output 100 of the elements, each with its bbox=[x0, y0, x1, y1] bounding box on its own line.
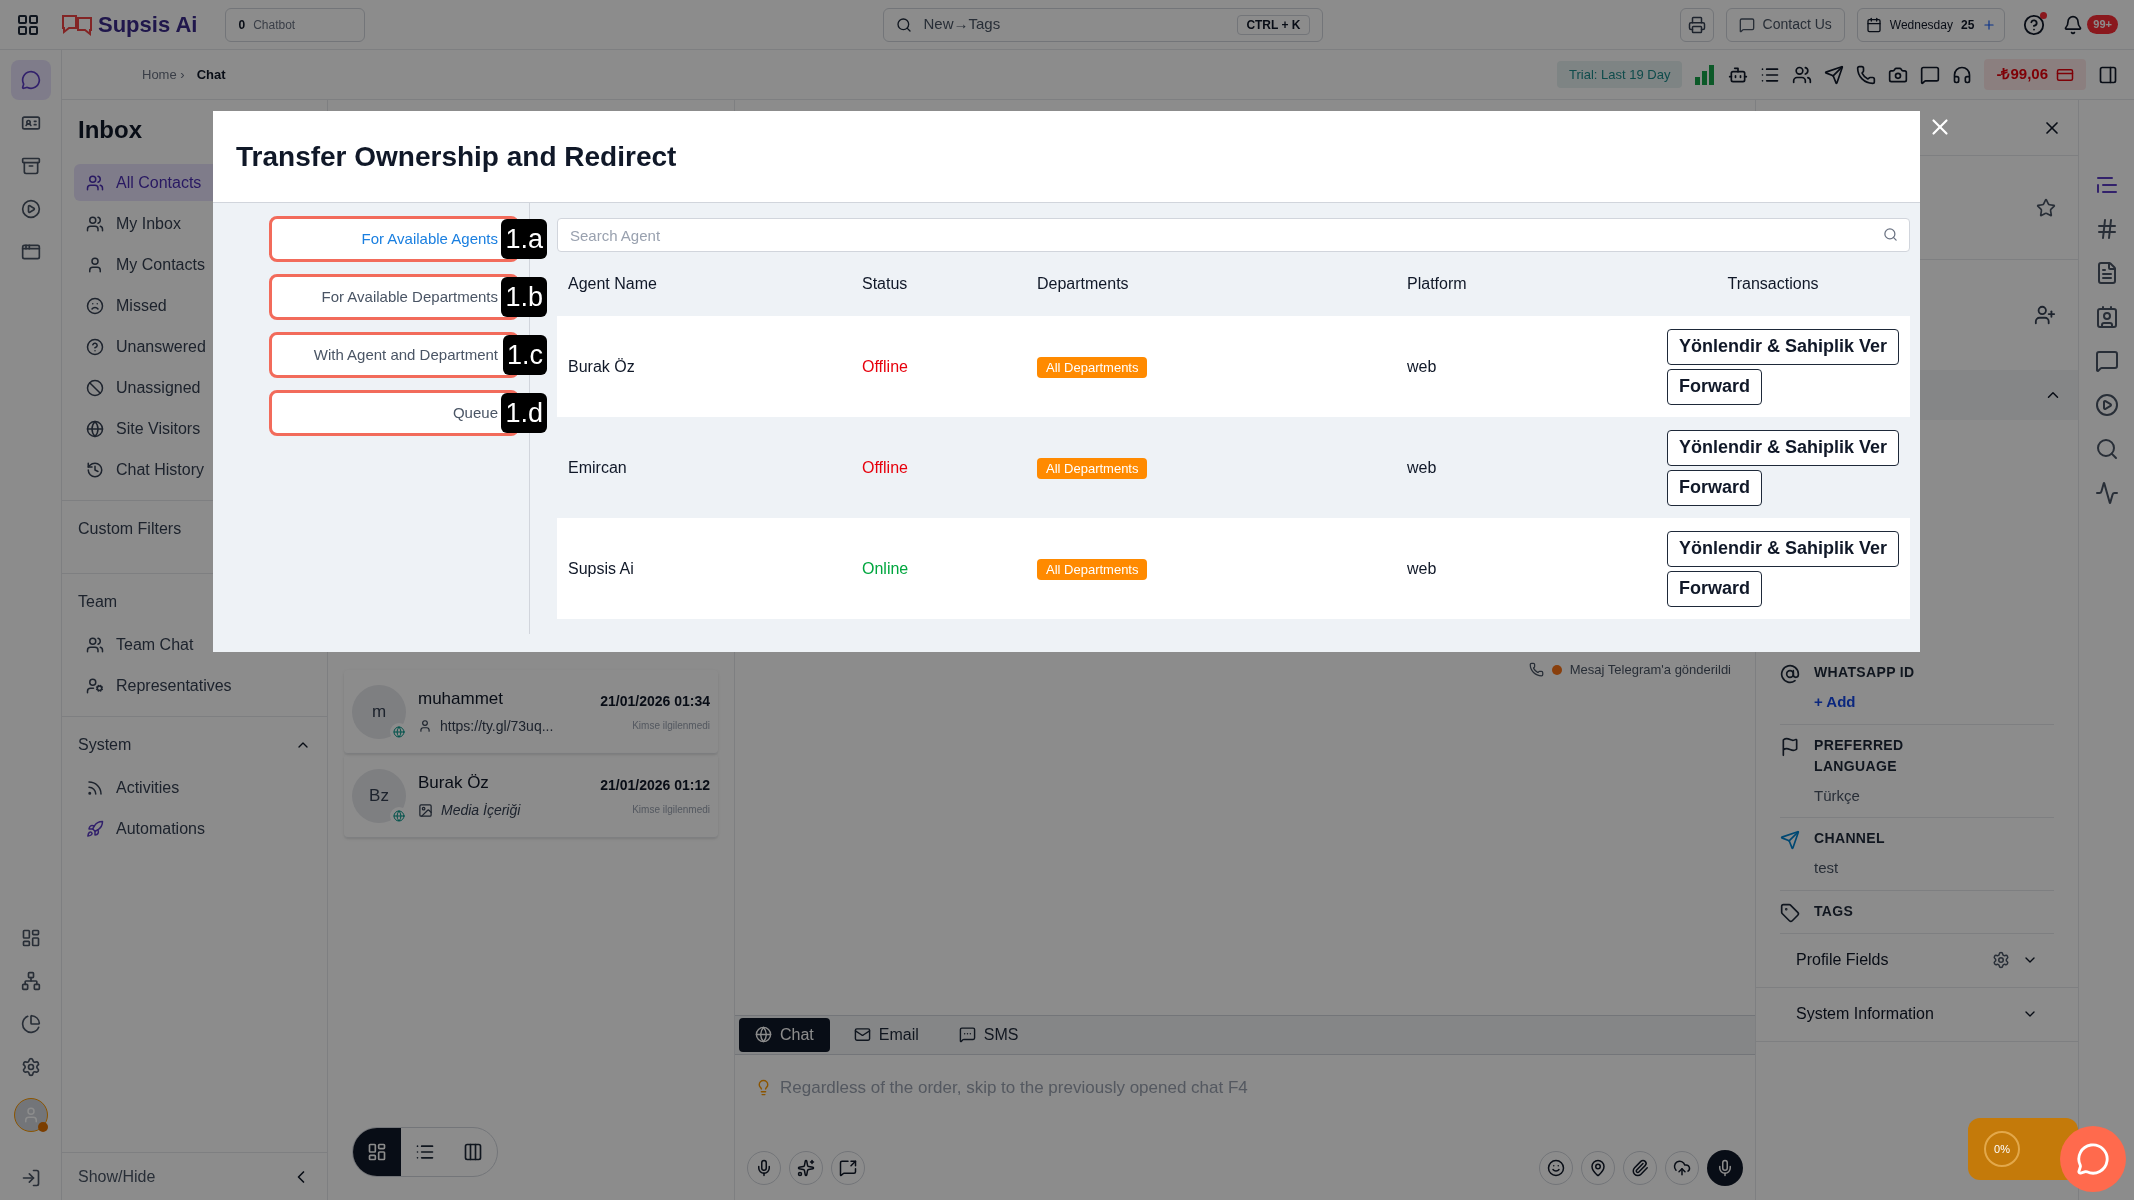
search-field[interactable]: New→Tags CTRL + K bbox=[882, 7, 1323, 42]
search-icon[interactable] bbox=[2094, 437, 2119, 461]
section-heading[interactable]: Team bbox=[78, 593, 118, 610]
platform-text: web bbox=[1407, 457, 1438, 478]
message-icon[interactable] bbox=[1920, 64, 1941, 85]
pie-chart-icon bbox=[20, 1014, 41, 1034]
search-value: New→Tags bbox=[923, 14, 1002, 35]
sidebar-item[interactable]: Representatives bbox=[74, 667, 315, 704]
users-icon[interactable] bbox=[1792, 64, 1813, 85]
column-header: Agent Name bbox=[568, 274, 658, 294]
mail-tray-button[interactable] bbox=[1679, 7, 1714, 42]
add-user-icon[interactable] bbox=[2034, 304, 2056, 326]
phone-icon[interactable] bbox=[1856, 64, 1877, 85]
sidebar-item[interactable]: Chat History bbox=[74, 451, 315, 488]
signal-bars-icon bbox=[1694, 64, 1717, 85]
search-icon bbox=[1883, 227, 1899, 242]
users-icon bbox=[86, 635, 104, 654]
column-header: Transactions bbox=[1726, 274, 1820, 294]
breadcrumb-current: Chat bbox=[196, 65, 226, 84]
plus-icon bbox=[1982, 17, 1997, 32]
headset-icon[interactable] bbox=[1952, 64, 1973, 85]
user-avatar[interactable] bbox=[13, 1098, 48, 1132]
inbox-icon bbox=[20, 156, 41, 176]
forward-button[interactable]: Forward bbox=[1667, 368, 1762, 405]
contact-name: Burak Öz bbox=[418, 772, 490, 795]
assign-owner-button[interactable]: Yönlendir & Sahiplik Ver bbox=[1667, 530, 1900, 567]
history-icon bbox=[86, 460, 104, 479]
message-icon[interactable] bbox=[2094, 349, 2119, 373]
progress-widget[interactable]: 0% bbox=[1968, 1118, 2078, 1180]
section-heading[interactable]: System bbox=[78, 733, 132, 757]
paperclip-icon bbox=[1631, 1159, 1649, 1177]
calendar-icon bbox=[1865, 16, 1882, 33]
section-heading[interactable]: Custom Filters bbox=[78, 520, 182, 537]
assign-owner-button[interactable]: Yönlendir & Sahiplik Ver bbox=[1667, 429, 1900, 466]
quick-reply-button[interactable] bbox=[831, 1151, 865, 1185]
sidebar-item[interactable]: Activities bbox=[74, 769, 315, 806]
expand-icon[interactable] bbox=[20, 1168, 41, 1188]
day-text: 25 bbox=[1960, 16, 1975, 34]
contact-name: muhammet bbox=[418, 688, 505, 711]
field-value: Türkçe bbox=[1814, 785, 1861, 806]
settings-icon[interactable] bbox=[1992, 951, 2010, 969]
balance-badge[interactable]: -₺99,06 bbox=[1984, 59, 2086, 90]
balance-amount: -₺99,06 bbox=[1996, 64, 2048, 85]
sidebar-item[interactable]: Team Chat bbox=[74, 626, 315, 663]
panel-icon[interactable] bbox=[2098, 64, 2118, 85]
section-title: Profile Fields bbox=[1796, 950, 1890, 970]
apps-grid-icon[interactable] bbox=[16, 12, 40, 37]
view-toggle-button[interactable] bbox=[353, 1128, 401, 1176]
record-button[interactable] bbox=[1707, 1150, 1743, 1186]
department-tag: All Departments bbox=[1037, 457, 1148, 479]
contact-us-button[interactable]: Contact Us bbox=[1725, 7, 1845, 42]
star-icon[interactable] bbox=[2036, 197, 2056, 218]
platform-text: web bbox=[1407, 356, 1438, 377]
add-link[interactable]: + Add bbox=[1814, 691, 1944, 714]
agent-name: Supsis Ai bbox=[568, 558, 635, 579]
forward-button[interactable]: Forward bbox=[1667, 570, 1762, 607]
channel-tab[interactable]: Email bbox=[837, 1017, 935, 1052]
user-icon bbox=[86, 255, 104, 274]
field-value: test bbox=[1814, 858, 1840, 878]
agent-name: Emircan bbox=[568, 457, 628, 478]
contact-avatar: Bz bbox=[352, 768, 406, 823]
forward-button[interactable]: Forward bbox=[1667, 469, 1762, 506]
chatbot-counter[interactable]: 0 Chatbot bbox=[225, 7, 366, 42]
question-icon bbox=[86, 337, 104, 356]
microphone-icon bbox=[1716, 1159, 1734, 1177]
graph-icon[interactable] bbox=[2094, 481, 2119, 505]
show-hide-toggle[interactable]: Show/Hide bbox=[78, 1164, 156, 1189]
assign-owner-button[interactable]: Yönlendir & Sahiplik Ver bbox=[1667, 328, 1900, 365]
search-field[interactable]: Search Agent bbox=[557, 218, 1911, 252]
tag-icon bbox=[1780, 902, 1800, 923]
contact-list-icon[interactable] bbox=[2094, 305, 2119, 329]
list-icon bbox=[415, 1142, 435, 1162]
progress-text: 0% bbox=[1984, 1131, 2020, 1167]
platform-text: web bbox=[1407, 558, 1438, 579]
message-preview: Media İçeriği bbox=[441, 800, 521, 820]
date-button[interactable]: Wednesday 25 bbox=[1856, 7, 2006, 42]
channel-tab[interactable]: SMS bbox=[942, 1017, 1035, 1052]
channel-tab[interactable]: Chat bbox=[739, 1017, 830, 1052]
settings-icon bbox=[20, 1057, 41, 1077]
sidebar-item[interactable]: Automations bbox=[74, 810, 315, 847]
shortcut-key: CTRL + K bbox=[1237, 14, 1310, 35]
sidebar-title: Inbox bbox=[78, 116, 142, 143]
globe-icon bbox=[393, 809, 405, 822]
breadcrumb-link[interactable]: Home › bbox=[142, 64, 185, 85]
map-pin-icon bbox=[1589, 1159, 1607, 1177]
chatbot-count: 0 bbox=[238, 16, 246, 34]
cloud-upload-icon bbox=[1673, 1159, 1691, 1177]
board-icon bbox=[463, 1142, 483, 1162]
rail-button[interactable] bbox=[10, 60, 51, 100]
section-title: System Information bbox=[1796, 1004, 1935, 1024]
notification-bell-icon[interactable] bbox=[2063, 14, 2084, 35]
feed-icon bbox=[86, 778, 104, 797]
message-icon bbox=[958, 1026, 976, 1043]
telegram-icon[interactable] bbox=[1824, 64, 1845, 85]
column-header: Status bbox=[862, 274, 909, 294]
annotation-label: 1.b bbox=[501, 277, 547, 317]
search-icon bbox=[895, 16, 912, 33]
image-icon bbox=[418, 802, 433, 818]
message-input[interactable]: Regardless of the order, skip to the previously opened chat F4 bbox=[780, 1074, 1735, 1100]
help-icon[interactable] bbox=[2023, 13, 2046, 36]
